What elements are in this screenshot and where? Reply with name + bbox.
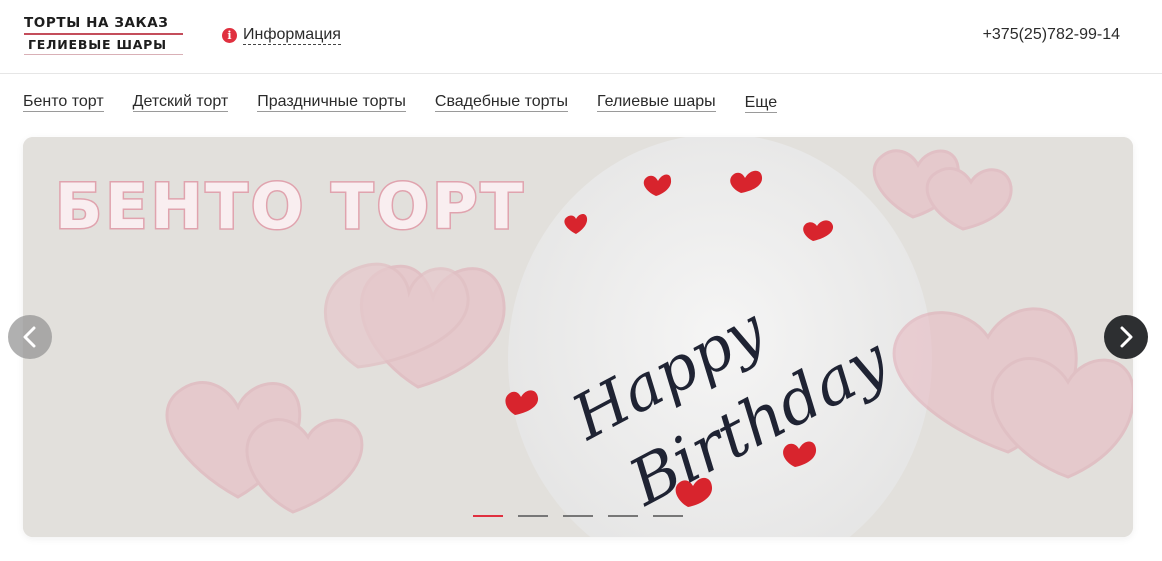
logo-underline	[24, 54, 183, 55]
slider-prev-button[interactable]	[8, 315, 52, 359]
logo-title-bottom: ГЕЛИЕВЫЕ ШАРЫ	[28, 37, 167, 52]
info-label: Информация	[243, 25, 341, 45]
logo-divider	[24, 33, 183, 35]
logo-title-top: ТОРТЫ НА ЗАКАЗ	[24, 15, 169, 31]
info-icon: i	[222, 27, 237, 43]
slide-image: БЕНТО ТОРТ Happy Birthday	[23, 137, 1133, 537]
slider-dot-3[interactable]	[563, 515, 593, 517]
nav-item-wedding[interactable]: Свадебные торты	[434, 92, 568, 112]
nav-item-bento[interactable]: Бенто торт	[23, 92, 104, 112]
site-logo[interactable]: ТОРТЫ НА ЗАКАЗ ГЕЛИЕВЫЕ ШАРЫ	[24, 14, 183, 56]
slider-next-button[interactable]	[1104, 315, 1148, 359]
chevron-right-icon	[1120, 326, 1133, 348]
slider-dot-2[interactable]	[518, 515, 548, 517]
nav-item-kids[interactable]: Детский торт	[132, 92, 229, 112]
slide-title: БЕНТО ТОРТ	[55, 170, 526, 243]
hero-slider[interactable]: БЕНТО ТОРТ Happy Birthday	[23, 137, 1133, 537]
slider-dot-5[interactable]	[653, 515, 683, 517]
nav-item-holiday[interactable]: Праздничные торты	[257, 92, 406, 112]
nav-item-balloons[interactable]: Гелиевые шары	[597, 92, 716, 112]
slider-pagination	[473, 515, 698, 517]
nav-item-more[interactable]: Еще	[744, 93, 778, 113]
category-nav: Бенто торт Детский торт Праздничные торт…	[23, 90, 806, 114]
chevron-left-icon	[23, 326, 36, 348]
slider-dot-1[interactable]	[473, 515, 503, 517]
slider-dot-4[interactable]	[608, 515, 638, 517]
info-link[interactable]: i Информация	[222, 25, 341, 45]
phone-number[interactable]: +375(25)782-99-14	[983, 25, 1120, 45]
site-header: ТОРТЫ НА ЗАКАЗ ГЕЛИЕВЫЕ ШАРЫ i Информаци…	[0, 0, 1162, 74]
